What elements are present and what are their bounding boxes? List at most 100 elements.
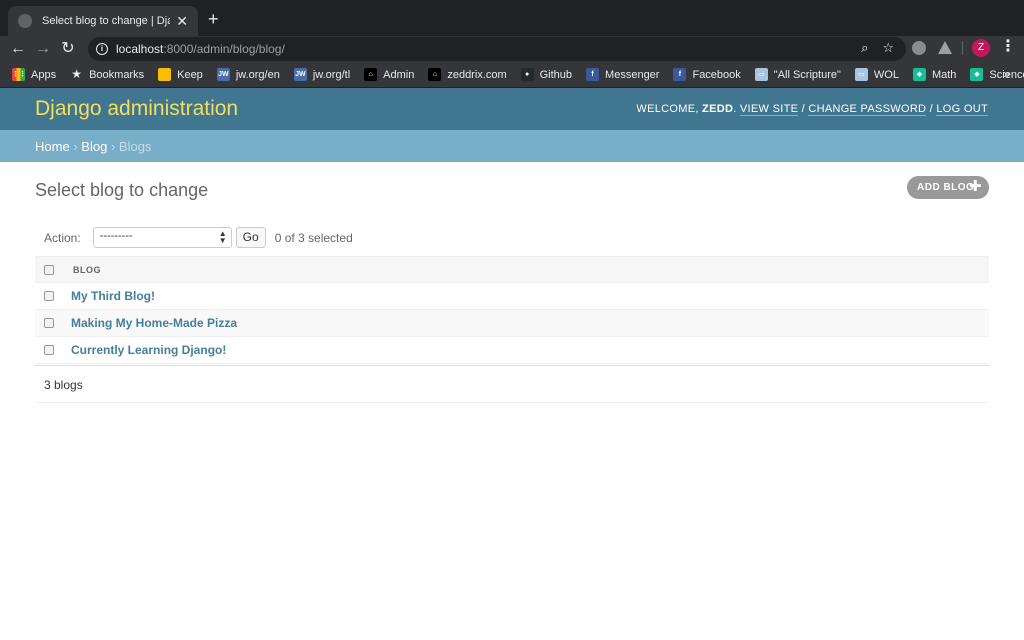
action-select[interactable]: --------- ▲ ▼ xyxy=(92,227,232,248)
column-header-blog[interactable]: Blog xyxy=(73,265,101,275)
site-branding[interactable]: Django administration xyxy=(35,97,238,121)
bookmark-label: jw.org/en xyxy=(235,68,280,81)
plus-icon: ✚ xyxy=(968,178,982,195)
view-site-link[interactable]: VIEW SITE xyxy=(739,103,799,116)
bookmark-label: Admin xyxy=(383,68,415,81)
browser-tabstrip: Select blog to change | Django s ✕ + xyxy=(0,0,1024,36)
bookmark-label: Apps xyxy=(31,68,57,81)
bookmark-item[interactable]: Keep xyxy=(158,68,203,81)
result-count: 3 blogs xyxy=(35,365,989,403)
admin-icon: ⌂ xyxy=(364,68,378,81)
row-checkbox[interactable] xyxy=(44,345,54,355)
go-button[interactable]: Go xyxy=(235,227,266,248)
add-blog-label: ADD BLOG xyxy=(917,182,975,193)
bookmark-item[interactable]: ⌂ Admin xyxy=(364,68,414,81)
profile-avatar[interactable]: Z xyxy=(972,39,990,57)
bookmark-item[interactable]: f Messenger xyxy=(586,68,659,81)
breadcrumb-separator: › xyxy=(110,139,116,154)
bookmark-item[interactable]: JW jw.org/tl xyxy=(293,68,351,81)
khan-icon: ◆ xyxy=(912,68,926,81)
keep-bulb-icon xyxy=(158,68,172,81)
blog-link[interactable]: Making My Home-Made Pizza xyxy=(71,316,237,330)
username: ZEDD xyxy=(702,103,734,115)
jw-icon: JW xyxy=(216,68,230,81)
blog-link[interactable]: My Third Blog! xyxy=(71,289,155,303)
log-out-link[interactable]: LOG OUT xyxy=(936,103,988,116)
separator-slash: / xyxy=(801,103,805,115)
bookmark-label: Math xyxy=(931,68,957,81)
bookmark-label: "All Scripture" xyxy=(773,68,841,81)
url-path: :8000/admin/blog/blog/ xyxy=(163,42,285,56)
row-checkbox[interactable] xyxy=(44,291,54,301)
action-label: Action: xyxy=(44,230,81,245)
change-password-link[interactable]: CHANGE PASSWORD xyxy=(808,103,927,116)
bookmark-label: WOL xyxy=(873,68,899,81)
khan-icon: ◆ xyxy=(970,68,984,81)
info-icon[interactable]: i xyxy=(96,43,108,55)
bookmark-item[interactable]: ◆Science xyxy=(970,68,1024,81)
bookmarks-overflow-icon[interactable]: » xyxy=(1003,67,1010,81)
add-blog-button[interactable]: ADD BLOG ✚ xyxy=(907,176,989,199)
bookmark-label: Keep xyxy=(177,68,203,81)
blog-link[interactable]: Currently Learning Django! xyxy=(71,343,226,357)
bookmark-label: jw.org/tl xyxy=(312,68,351,81)
github-icon: ● xyxy=(520,68,534,81)
toolbar-divider xyxy=(962,41,963,55)
forward-arrow-icon[interactable]: → xyxy=(33,39,53,59)
row-checkbox[interactable] xyxy=(44,318,54,328)
breadcrumb-blog[interactable]: Blog xyxy=(81,139,107,154)
breadcrumb: Home › Blog › Blogs xyxy=(0,130,1024,162)
user-tools: WELCOME, ZEDD. VIEW SITE / CHANGE PASSWO… xyxy=(636,103,988,116)
bookmark-label: zeddrix.com xyxy=(447,68,507,81)
breadcrumb-current: Blogs xyxy=(118,139,152,154)
tab-title: Select blog to change | Django s xyxy=(42,15,171,27)
apps-grid-icon: ⋮⋮ xyxy=(12,68,26,81)
bookmarks-bar: ⋮⋮ Apps ★ Bookmarks Keep JW jw.org/en JW jw.org/… xyxy=(0,62,1024,88)
tab-close-icon[interactable]: ✕ xyxy=(176,13,188,30)
drive-extension-icon[interactable] xyxy=(938,41,952,54)
select-all-checkbox[interactable] xyxy=(44,264,54,275)
bookmark-item[interactable]: ★ Bookmarks xyxy=(70,68,144,81)
url-host: localhost xyxy=(116,42,164,56)
book-icon: ▭ xyxy=(854,68,868,81)
bookmark-label: Facebook xyxy=(692,68,741,81)
bookmark-item[interactable]: ⌂ zeddrix.com xyxy=(428,68,507,81)
table-row: Currently Learning Django! xyxy=(35,337,989,364)
back-arrow-icon[interactable]: ← xyxy=(8,39,28,59)
welcome-text: WELCOME, xyxy=(636,103,699,115)
book-icon: ▭ xyxy=(754,68,768,81)
selection-counter: 0 of 3 selected xyxy=(274,230,353,245)
browser-tab[interactable]: Select blog to change | Django s ✕ xyxy=(8,6,198,36)
bookmark-star-icon[interactable]: ☆ xyxy=(882,40,894,56)
results-table: Blog My Third Blog! Making My Home-Made … xyxy=(35,256,989,403)
star-icon: ★ xyxy=(71,67,82,81)
bookmark-item[interactable]: ⋮⋮ Apps xyxy=(12,68,56,81)
address-bar[interactable]: i localhost:8000/admin/blog/blog/ ⌕ ☆ xyxy=(88,37,906,61)
bookmark-item[interactable]: ▭ WOL xyxy=(854,68,899,81)
reload-icon[interactable]: ↻ xyxy=(58,39,78,59)
separator-slash: / xyxy=(929,103,934,115)
new-tab-button[interactable]: + xyxy=(208,9,219,29)
browser-menu-icon[interactable]: ⋮ xyxy=(1000,38,1016,56)
bookmark-label: Bookmarks xyxy=(89,68,145,81)
bookmark-label: Messenger xyxy=(605,68,660,81)
action-select-value: --------- xyxy=(99,230,133,242)
bookmark-item[interactable]: JW jw.org/en xyxy=(216,68,280,81)
django-favicon-icon xyxy=(18,14,32,28)
bookmark-item[interactable]: f Facebook xyxy=(673,68,741,81)
breadcrumb-home[interactable]: Home xyxy=(35,139,70,154)
page-title: Select blog to change xyxy=(35,180,209,200)
facebook-icon: f xyxy=(586,68,600,81)
bookmark-item[interactable]: ▭ "All Scripture" xyxy=(754,68,841,81)
facebook-icon: f xyxy=(673,68,687,81)
bookmark-item[interactable]: ◆ Math xyxy=(912,68,957,81)
table-header: Blog xyxy=(35,256,989,283)
breadcrumb-separator: › xyxy=(73,139,78,154)
bookmark-label: Github xyxy=(539,68,573,81)
jw-icon: JW xyxy=(293,68,307,81)
bookmark-item[interactable]: ● Github xyxy=(520,68,573,81)
zoom-icon[interactable]: ⌕ xyxy=(861,40,868,56)
table-row: My Third Blog! xyxy=(35,283,989,310)
extension-icon[interactable] xyxy=(912,41,926,55)
actions-bar: Action: --------- ▲ ▼ Go 0 of 3 selected xyxy=(35,224,989,251)
